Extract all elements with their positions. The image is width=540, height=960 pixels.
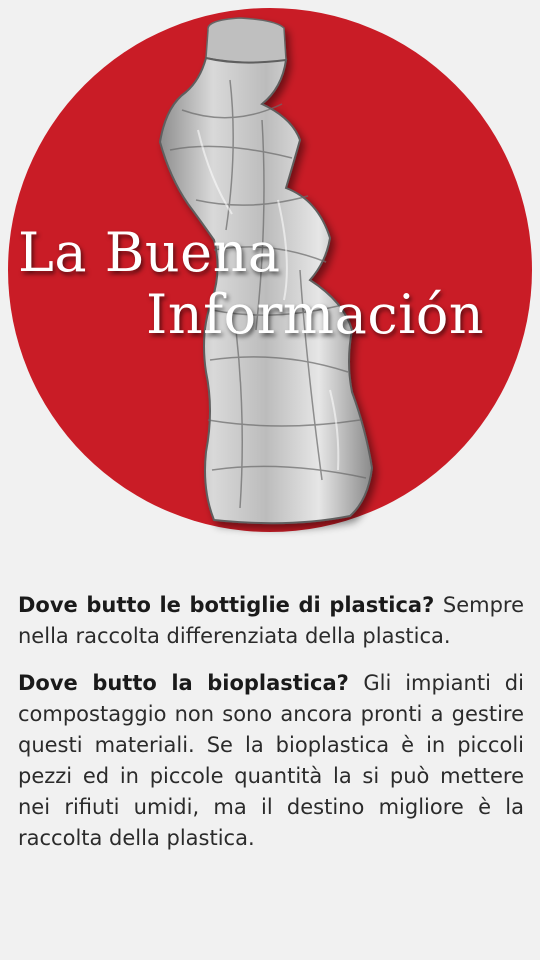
title-line-2: Información	[146, 283, 485, 346]
faq-question: Dove butto la bioplastica?	[18, 671, 364, 695]
hero-banner: La Buena Información	[0, 0, 540, 560]
faq-content: Dove butto le bottiglie di plastica? Sem…	[18, 590, 524, 870]
faq-question: Dove butto le bottiglie di plastica?	[18, 593, 443, 617]
faq-answer: Gli impianti di compostaggio non sono an…	[18, 671, 524, 850]
faq-item-bioplastic: Dove butto la bioplastica? Gli impianti …	[18, 668, 524, 854]
faq-item-bottles: Dove butto le bottiglie di plastica? Sem…	[18, 590, 524, 652]
title-line-1: La Buena	[18, 221, 281, 284]
